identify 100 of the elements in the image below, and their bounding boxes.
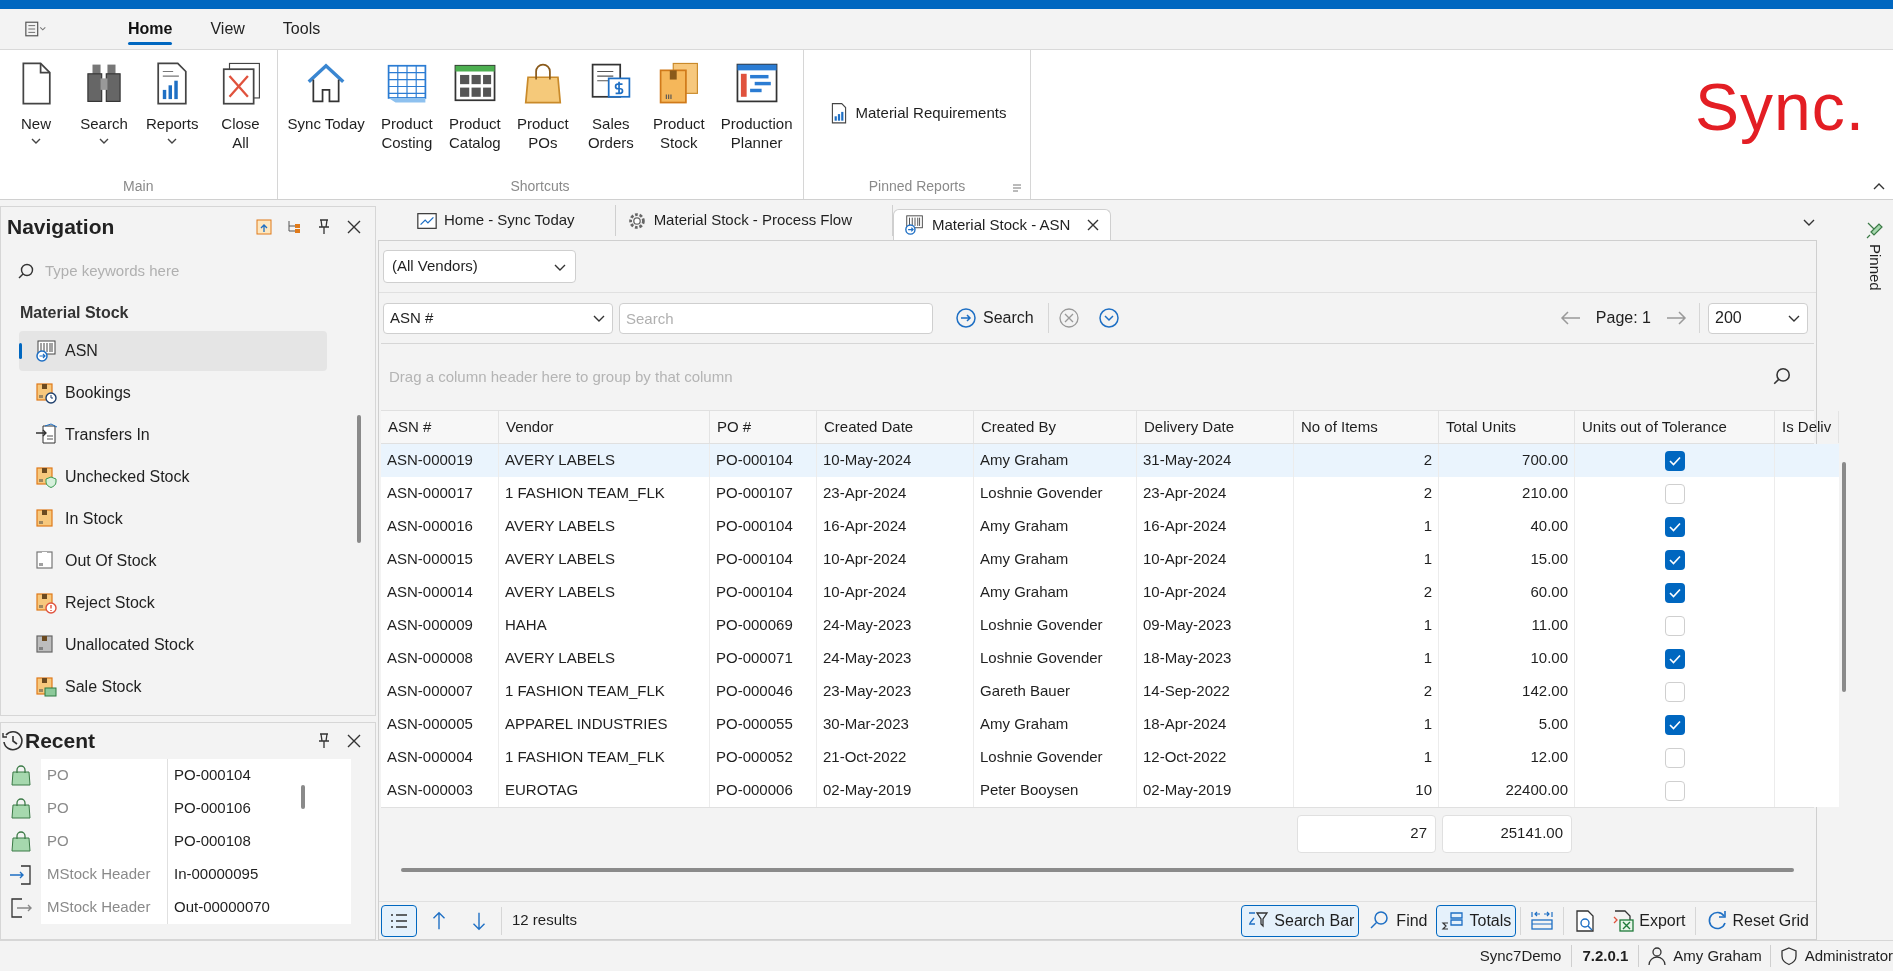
ribbon-button[interactable]: Production Planner [716, 60, 797, 152]
panel-title: Recent [25, 728, 97, 755]
shopping-bag-icon [9, 829, 33, 854]
column-header[interactable]: No of Items [1294, 411, 1439, 443]
toolbar-button[interactable]: Export [1606, 904, 1691, 937]
ribbon-button[interactable]: Product Costing [376, 60, 437, 152]
ribbon-button[interactable]: New [6, 60, 66, 147]
list-view-button[interactable] [381, 904, 417, 937]
checkbox[interactable] [1664, 747, 1685, 768]
field-dropdown[interactable]: ASN # [383, 302, 613, 334]
role-label: Administrator [1804, 945, 1893, 966]
ribbon-tab[interactable]: Home [114, 9, 187, 49]
user-label: Amy Graham [1673, 945, 1762, 966]
table-row[interactable]: ASN-000019 AVERY LABELS PO-000104 10-May-2024 Amy Graham 31-May-2024 2 700.00 [381, 444, 1839, 477]
tree-icon [285, 218, 303, 236]
box-shield-icon [35, 465, 59, 489]
pinned-tab[interactable]: Pinned [1857, 200, 1893, 940]
logo: Sync. [1694, 72, 1865, 142]
search-field[interactable]: Type keywords here [45, 259, 359, 283]
search-icon [17, 262, 35, 280]
user-icon [1647, 946, 1668, 966]
table-cell[interactable]: PO-000104 [168, 759, 351, 792]
box-alert-icon [35, 591, 59, 615]
nav-item[interactable]: Out Of Stock [19, 541, 327, 581]
pin-icon [1865, 220, 1885, 240]
column-header[interactable]: Vendor [499, 411, 710, 443]
nav-item[interactable]: In Stock [19, 499, 327, 539]
arrow-circle-icon [955, 307, 977, 329]
vendor-dropdown[interactable]: (All Vendors) [383, 250, 576, 283]
toolbar-button[interactable]: Totals [1436, 904, 1517, 937]
checkbox[interactable] [1664, 582, 1685, 603]
checkbox[interactable] [1664, 681, 1685, 702]
scrollbar[interactable] [1842, 462, 1846, 692]
scrollbar[interactable] [301, 785, 305, 809]
nav-item[interactable]: Transfers In [19, 415, 327, 455]
sign-in-icon [9, 862, 33, 887]
checkbox[interactable] [1664, 450, 1685, 471]
table-cell[interactable]: PO-000108 [168, 825, 351, 858]
table-cell[interactable]: In-00000095 [168, 858, 351, 891]
ribbon-button[interactable]: Sales Orders [580, 60, 641, 152]
nav-item[interactable]: Unchecked Stock [19, 457, 327, 497]
search-icon [1772, 366, 1792, 386]
column-header[interactable]: Delivery Date [1137, 411, 1294, 443]
group-panel-hint: Drag a column header here to group by that column [389, 366, 733, 387]
document-tab[interactable]: Home - Sync Today [406, 205, 616, 236]
document-tab[interactable]: Material Stock - ASN [893, 209, 1112, 240]
ribbon-button[interactable]: Search [74, 60, 134, 147]
panel-title: Navigation [7, 214, 116, 241]
toolbar-button[interactable]: Find [1363, 904, 1433, 937]
ribbon-tab[interactable]: Tools [268, 9, 335, 49]
scrollbar[interactable] [401, 868, 1794, 872]
nav-item[interactable]: Reject Stock [19, 583, 327, 623]
toolbar-button[interactable]: Search Bar [1241, 904, 1360, 937]
shopping-bag-icon [9, 763, 33, 788]
column-header[interactable]: ASN # [381, 411, 499, 443]
page-label: Page: 1 [1595, 308, 1651, 328]
version-label: 7.2.0.1 [1581, 945, 1630, 966]
column-header[interactable]: PO # [710, 411, 817, 443]
column-header[interactable]: Created Date [817, 411, 974, 443]
nav-item[interactable]: Unallocated Stock [19, 625, 327, 665]
checkbox[interactable] [1664, 780, 1685, 801]
table-cell[interactable]: PO-000106 [168, 792, 351, 825]
toolbar-button[interactable]: Reset Grid [1699, 904, 1814, 937]
nav-item[interactable]: Sale Stock [19, 667, 327, 707]
ribbon-button[interactable]: Close All [210, 60, 271, 152]
column-header[interactable]: Units out of Tolerance [1575, 411, 1775, 443]
clear-icon [1057, 307, 1080, 329]
ribbon-button[interactable]: Sync Today [283, 60, 369, 133]
ribbon-button[interactable]: Product Stock [648, 60, 709, 152]
box-clock-icon [35, 381, 59, 405]
box-money-icon [35, 675, 59, 699]
group-label: Shortcuts [510, 176, 570, 196]
checkbox[interactable] [1664, 714, 1685, 735]
nav-item[interactable]: ASN [19, 331, 327, 371]
options-icon [1012, 183, 1023, 193]
group-label: Main [123, 176, 154, 196]
column-header[interactable]: Is Deliv [1775, 411, 1839, 443]
table-cell[interactable]: Out-00000070 [168, 891, 351, 924]
column-header[interactable]: Total Units [1439, 411, 1575, 443]
ribbon-button[interactable]: Product POs [512, 60, 573, 152]
checkbox[interactable] [1664, 516, 1685, 537]
ribbon-button[interactable]: Reports [142, 60, 203, 147]
total-field: 27 [1297, 814, 1436, 853]
checkbox[interactable] [1664, 483, 1685, 504]
column-header[interactable]: Created By [974, 411, 1137, 443]
checkbox[interactable] [1664, 648, 1685, 669]
scrollbar[interactable] [357, 415, 361, 543]
section-heading: Material Stock [19, 303, 130, 323]
page-size-dropdown[interactable]: 200 [1708, 302, 1808, 334]
sign-out-icon [9, 895, 33, 920]
history-icon [1, 729, 25, 753]
document-arrow-icon [35, 423, 59, 447]
search-field[interactable]: Search [619, 302, 933, 334]
ribbon-tab[interactable]: View [196, 9, 259, 49]
checkbox[interactable] [1664, 549, 1685, 570]
ribbon-button[interactable]: Product Catalog [444, 60, 505, 152]
checkbox[interactable] [1664, 615, 1685, 636]
search-button[interactable]: Search [947, 302, 1042, 334]
ribbon-button[interactable]: Material Requirements [819, 96, 1015, 131]
nav-item[interactable]: Bookings [19, 373, 327, 413]
